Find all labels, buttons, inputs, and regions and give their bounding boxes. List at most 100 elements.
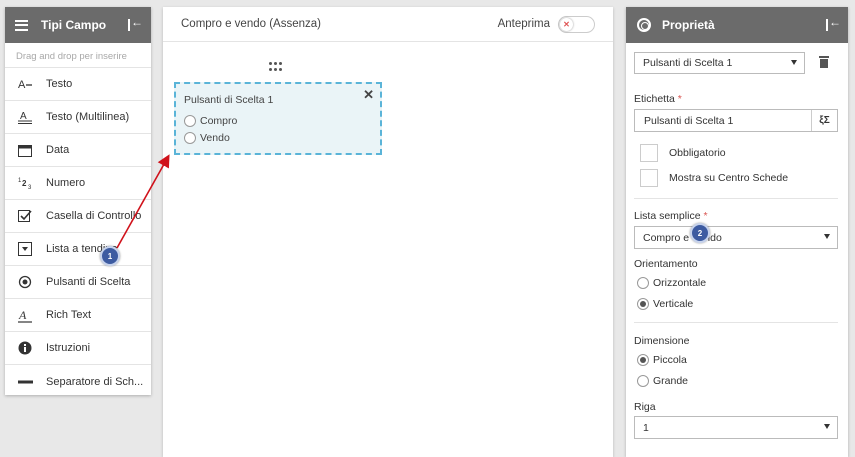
- field-type-casella[interactable]: Casella di Controllo: [5, 200, 151, 233]
- menu-icon[interactable]: [15, 19, 28, 31]
- field-types-panel: Tipi Campo Drag and drop per inserire A …: [5, 7, 151, 395]
- field-type-istruzioni[interactable]: Istruzioni: [5, 332, 151, 365]
- obbligatorio-label: Obbligatorio: [669, 147, 726, 159]
- field-type-separatore[interactable]: Separatore di Sch...: [5, 365, 151, 398]
- radio-option[interactable]: Compro: [184, 112, 380, 129]
- rich-text-icon: A: [17, 307, 33, 323]
- radio-grande[interactable]: Grande: [637, 375, 688, 387]
- radio-circle[interactable]: [637, 277, 649, 289]
- trash-icon[interactable]: [819, 56, 829, 68]
- lista-label: Lista semplice *: [634, 210, 708, 222]
- radio-circle-selected[interactable]: [637, 354, 649, 366]
- annotation-badge-2: 2: [690, 223, 710, 243]
- field-type-numero[interactable]: 123 Numero: [5, 167, 151, 200]
- field-types-title: Tipi Campo: [41, 18, 107, 32]
- radio-option-label: Orizzontale: [653, 277, 707, 289]
- checkbox-icon: [17, 208, 33, 224]
- separator-icon: [17, 374, 33, 390]
- etichetta-input[interactable]: Pulsanti di Scelta 1 ξΣ: [634, 109, 838, 132]
- field-type-lista[interactable]: Lista a tendina: [5, 233, 151, 266]
- etichetta-label: Etichetta *: [634, 93, 682, 105]
- drag-handle-icon[interactable]: [269, 62, 283, 72]
- radio-icon: [17, 274, 33, 290]
- form-title: Compro e vendo (Assenza): [181, 18, 321, 30]
- field-type-label: Data: [46, 144, 70, 156]
- radio-circle[interactable]: [184, 131, 196, 144]
- svg-text:A: A: [18, 79, 26, 90]
- dimensione-label: Dimensione: [634, 335, 690, 347]
- gear-icon: [637, 18, 651, 32]
- divider: [634, 198, 838, 199]
- radio-piccola[interactable]: Piccola: [637, 354, 687, 366]
- text-line-icon: A: [17, 76, 33, 92]
- annotation-badge-1: 1: [100, 246, 120, 266]
- field-type-rich-text[interactable]: A Rich Text: [5, 299, 151, 332]
- field-type-label: Istruzioni: [46, 342, 91, 354]
- radio-orizzontale[interactable]: Orizzontale: [637, 277, 706, 289]
- riga-select-value: 1: [643, 421, 649, 434]
- field-type-label: Separatore di Sch...: [46, 375, 144, 388]
- field-type-pulsanti[interactable]: Pulsanti di Scelta: [5, 266, 151, 299]
- field-type-label: Numero: [46, 177, 86, 189]
- field-type-label: Testo (Multilinea): [46, 111, 130, 123]
- field-type-label: Casella di Controllo: [46, 210, 142, 222]
- svg-text:2: 2: [22, 179, 27, 188]
- multiline-text-icon: A: [17, 109, 33, 125]
- field-type-label: Testo: [46, 78, 73, 90]
- radio-field-title: Pulsanti di Scelta 1: [184, 94, 274, 106]
- radio-option-label: Vendo: [200, 131, 230, 144]
- mostra-label: Mostra su Centro Schede: [669, 172, 789, 184]
- field-types-header: Tipi Campo: [5, 7, 151, 43]
- field-type-data[interactable]: Data: [5, 134, 151, 167]
- radio-verticale[interactable]: Verticale: [637, 298, 693, 310]
- riga-select[interactable]: 1: [634, 416, 838, 439]
- chevron-down-icon: [791, 60, 797, 65]
- field-type-label: Pulsanti di Scelta: [46, 276, 131, 288]
- mostra-checkbox[interactable]: [640, 169, 658, 187]
- radio-option-label: Piccola: [653, 354, 687, 366]
- collapse-right-icon[interactable]: [825, 15, 841, 32]
- required-mark: *: [677, 93, 682, 105]
- info-icon: [17, 340, 33, 356]
- field-type-testo-multilinea[interactable]: A Testo (Multilinea): [5, 101, 151, 134]
- divider: [634, 322, 838, 323]
- drag-drop-hint: Drag and drop per inserire: [5, 43, 151, 68]
- radio-option-label: Compro: [200, 114, 238, 127]
- field-select-value: Pulsanti di Scelta 1: [643, 57, 733, 69]
- preview-toggle[interactable]: ✕: [558, 15, 595, 33]
- obbligatorio-checkbox[interactable]: [640, 144, 658, 162]
- radio-circle[interactable]: [637, 375, 649, 387]
- etichetta-label-text: Etichetta: [634, 93, 675, 105]
- number-icon: 123: [17, 175, 33, 191]
- svg-text:A: A: [20, 111, 27, 122]
- field-type-label: Rich Text: [46, 309, 92, 321]
- form-canvas: Compro e vendo (Assenza) Anteprima ✕ Pul…: [163, 7, 613, 457]
- orientamento-label: Orientamento: [634, 258, 698, 270]
- canvas-header: Compro e vendo (Assenza) Anteprima ✕: [163, 7, 613, 42]
- chevron-down-icon: [824, 424, 830, 429]
- lista-select[interactable]: Compro e Vendo: [634, 226, 838, 249]
- collapse-left-icon[interactable]: [127, 15, 143, 32]
- field-type-testo[interactable]: A Testo: [5, 68, 151, 101]
- radio-option[interactable]: Vendo: [184, 129, 380, 146]
- calendar-icon: [17, 142, 33, 158]
- toggle-off-icon: ✕: [560, 17, 573, 31]
- preview-label: Anteprima: [497, 18, 550, 30]
- radio-circle[interactable]: [184, 114, 196, 127]
- radio-option-label: Verticale: [653, 298, 694, 310]
- riga-label: Riga: [634, 401, 656, 413]
- radio-option-label: Grande: [653, 375, 689, 387]
- radio-field-card[interactable]: Pulsanti di Scelta 1 ✕ Compro Vendo: [174, 82, 382, 155]
- remove-field-icon[interactable]: ✕: [363, 87, 374, 103]
- chevron-down-icon: [824, 234, 830, 239]
- field-select[interactable]: Pulsanti di Scelta 1: [634, 52, 805, 74]
- properties-header: Proprietà: [626, 7, 848, 43]
- properties-title: Proprietà: [662, 18, 715, 32]
- svg-text:A: A: [18, 308, 27, 322]
- properties-panel: Proprietà Pulsanti di Scelta 1 Etichetta…: [626, 7, 848, 457]
- svg-text:3: 3: [28, 185, 32, 190]
- radio-circle-selected[interactable]: [637, 298, 649, 310]
- required-mark: *: [703, 210, 708, 222]
- formula-icon[interactable]: ξΣ: [811, 110, 837, 131]
- lista-label-text: Lista semplice: [634, 210, 701, 222]
